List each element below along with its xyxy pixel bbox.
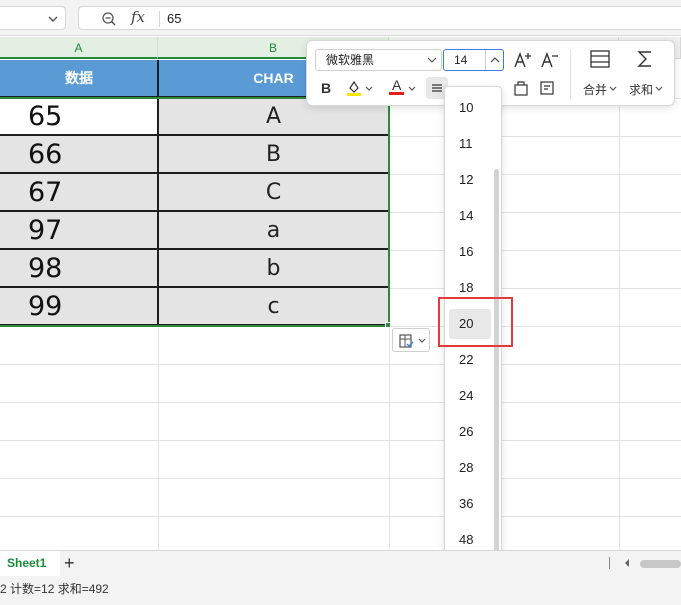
cell-value: 65 — [28, 100, 63, 132]
column-letter: A — [74, 41, 83, 55]
cell-value: C — [265, 179, 282, 205]
table-cell-char[interactable]: b — [158, 250, 389, 288]
cell-value: c — [267, 293, 280, 319]
table-cell-num[interactable]: 67 — [0, 174, 158, 212]
chevron-down-icon — [418, 338, 426, 343]
zoom-out-icon[interactable] — [101, 11, 117, 27]
function-icon[interactable]: fx — [131, 8, 145, 26]
chevron-down-icon[interactable] — [365, 85, 373, 93]
font-name-select[interactable]: 微软雅黑 — [315, 49, 442, 71]
align-icon — [432, 84, 442, 92]
chevron-down-icon — [427, 57, 437, 63]
table-cell-num[interactable]: 65 — [0, 98, 158, 136]
sum-label[interactable]: 求和 — [629, 81, 653, 98]
cell-value: 66 — [28, 138, 63, 170]
font-size-option-26[interactable]: 26 — [449, 417, 491, 447]
table-cell-num[interactable]: 97 — [0, 212, 158, 250]
fill-handle[interactable] — [385, 322, 391, 328]
table-cell-char[interactable]: C — [158, 174, 389, 212]
font-color-swatch — [389, 92, 404, 95]
column-divider — [157, 60, 159, 326]
decrease-font-icon[interactable] — [540, 50, 560, 70]
formula-bar: fx 65 — [0, 0, 681, 36]
font-size-option-16[interactable]: 16 — [449, 237, 491, 267]
status-bar: 2 计数=12 求和=492 — [0, 576, 681, 605]
column-letter: B — [268, 41, 277, 55]
horizontal-scrollbar[interactable] — [640, 560, 681, 568]
chevron-down-icon — [48, 16, 58, 22]
cell-value: b — [266, 255, 281, 281]
header-label: 数据 — [65, 70, 93, 86]
merge-cells-icon[interactable] — [589, 49, 611, 69]
font-size-value: 14 — [454, 53, 468, 67]
table-cell-num[interactable]: 66 — [0, 136, 158, 174]
formula-divider — [159, 11, 160, 27]
table-cell-num[interactable]: 99 — [0, 288, 158, 326]
font-size-option-22[interactable]: 22 — [449, 345, 491, 375]
header-label: CHAR — [253, 70, 294, 86]
column-header-a[interactable]: A — [0, 37, 158, 59]
sheet-tab-active[interactable]: Sheet1 — [0, 551, 60, 576]
cell-value: 99 — [28, 290, 63, 322]
font-size-option-18[interactable]: 18 — [449, 273, 491, 303]
font-size-option-36[interactable]: 36 — [449, 489, 491, 519]
tab-divider — [609, 557, 610, 569]
font-color-button[interactable]: A — [392, 77, 401, 93]
cell-value: A — [265, 103, 282, 129]
font-size-option-24[interactable]: 24 — [449, 381, 491, 411]
format-painter-icon[interactable] — [538, 79, 556, 97]
formula-input[interactable]: fx 65 — [78, 6, 681, 30]
table-cell-char[interactable]: c — [158, 288, 389, 326]
dropdown-scrollbar[interactable] — [494, 169, 499, 589]
table-cell-char[interactable]: a — [158, 212, 389, 250]
table-cell-num[interactable]: 98 — [0, 250, 158, 288]
bold-button[interactable]: B — [321, 80, 331, 96]
font-size-option-10[interactable]: 10 — [449, 93, 491, 123]
font-size-toggle[interactable] — [485, 50, 503, 70]
paste-options-button[interactable] — [392, 328, 430, 352]
cell-value: B — [265, 141, 282, 167]
status-summary: 2 计数=12 求和=492 — [0, 582, 109, 596]
add-sheet-button[interactable]: + — [64, 553, 75, 573]
font-size-option-11[interactable]: 11 — [449, 129, 491, 159]
cell-value: 67 — [28, 176, 63, 208]
chevron-down-icon[interactable] — [609, 85, 617, 93]
toolbar-divider — [570, 49, 571, 99]
scroll-left-icon[interactable] — [622, 558, 632, 568]
clear-format-icon[interactable] — [512, 79, 530, 97]
table-cell-char[interactable]: B — [158, 136, 389, 174]
font-size-dropdown[interactable]: 10 11 12 14 16 18 20 22 24 26 28 36 48 7… — [444, 86, 502, 598]
sum-icon[interactable] — [635, 49, 655, 69]
font-size-option-28[interactable]: 28 — [449, 453, 491, 483]
table-header-data[interactable]: 数据 — [0, 60, 158, 98]
merge-label[interactable]: 合并 — [583, 81, 607, 98]
font-size-option-20[interactable]: 20 — [449, 309, 491, 339]
formula-value: 65 — [167, 11, 182, 26]
cell-value: 98 — [28, 252, 63, 284]
cell-value: 97 — [28, 214, 63, 246]
chevron-down-icon[interactable] — [408, 85, 416, 93]
chevron-down-icon[interactable] — [655, 85, 663, 93]
cell-value: a — [266, 217, 281, 243]
font-size-option-12[interactable]: 12 — [449, 165, 491, 195]
paste-options-icon — [399, 334, 414, 348]
chevron-up-icon — [490, 57, 500, 63]
font-size-option-14[interactable]: 14 — [449, 201, 491, 231]
fill-color-icon[interactable] — [345, 79, 363, 97]
name-box[interactable] — [0, 6, 66, 30]
increase-font-icon[interactable] — [513, 50, 533, 70]
font-name-value: 微软雅黑 — [326, 53, 375, 67]
font-size-input[interactable]: 14 — [443, 49, 504, 71]
sheet-tab-bar: Sheet1 + — [0, 550, 681, 576]
